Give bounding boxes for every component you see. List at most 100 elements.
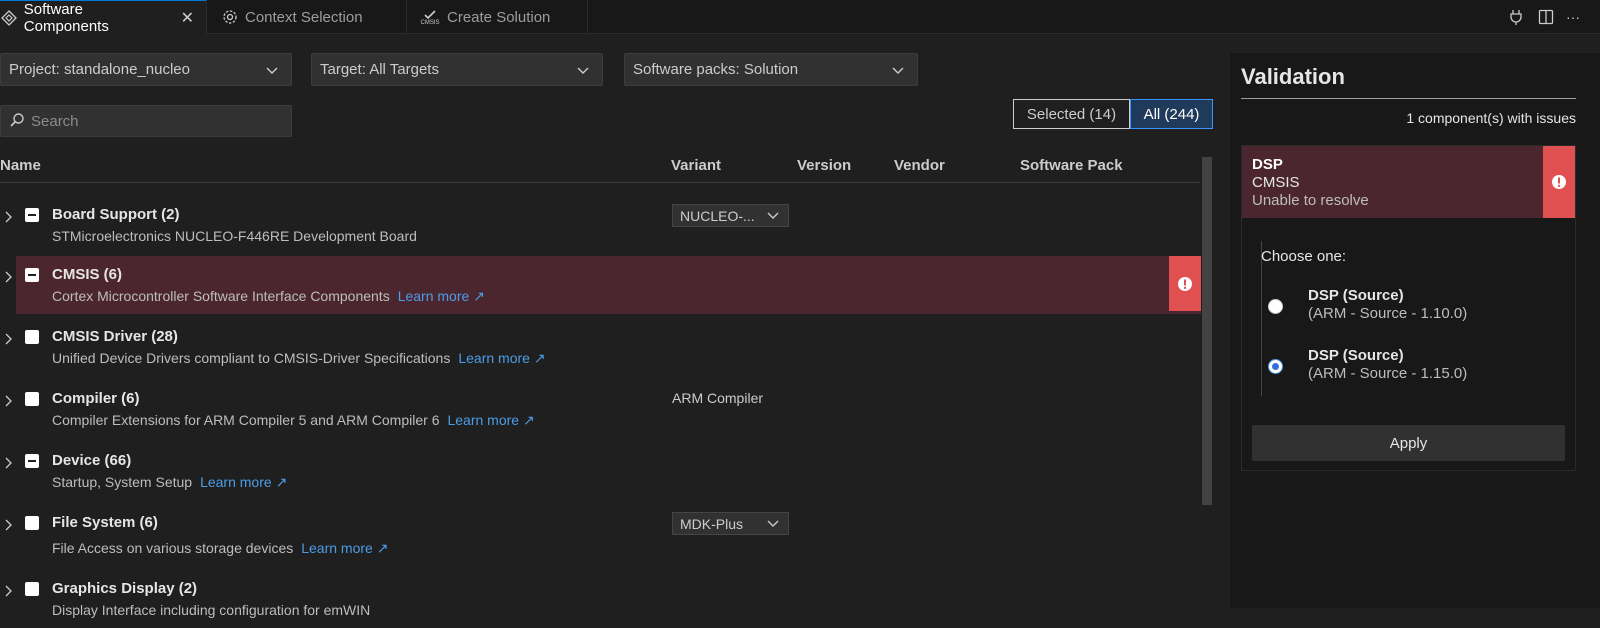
component-group: CMSIS xyxy=(1252,174,1300,191)
row-description: Display Interface including configuratio… xyxy=(52,602,371,618)
column-header-vendor[interactable]: Vendor xyxy=(894,157,945,174)
column-header-name[interactable]: Name xyxy=(0,157,41,174)
plug-icon[interactable] xyxy=(1508,0,1524,34)
resolve-option[interactable]: DSP (Source) (ARM - Source - 1.15.0) xyxy=(1268,347,1548,387)
close-icon[interactable]: ✕ xyxy=(181,8,194,28)
target-dropdown-label: Target: All Targets xyxy=(320,61,439,78)
search-icon xyxy=(9,112,25,131)
partial-checkbox[interactable] xyxy=(25,268,39,282)
tab-context-selection[interactable]: Context Selection xyxy=(207,0,407,34)
selected-filter-button[interactable]: Selected (14) xyxy=(1013,99,1130,129)
external-link-icon: ↗ xyxy=(533,350,546,366)
option-title: DSP (Source) xyxy=(1308,347,1404,364)
radio-button[interactable] xyxy=(1268,299,1283,314)
external-link-icon: ↗ xyxy=(376,540,389,556)
scrollbar[interactable] xyxy=(1202,157,1212,505)
external-link-icon: ↗ xyxy=(473,288,485,304)
row-title: Device (66) xyxy=(52,452,132,469)
partial-checkbox[interactable] xyxy=(25,208,39,222)
editor-tab-bar: Software Components ✕ Context Selection … xyxy=(0,0,1600,35)
component-name: DSP xyxy=(1252,156,1283,173)
row-description: Startup, System Setup Learn more ↗ xyxy=(52,474,288,490)
more-icon[interactable]: ··· xyxy=(1566,0,1580,34)
tab-label: Create Solution xyxy=(447,8,551,26)
checkbox[interactable] xyxy=(25,516,39,530)
table-row-error[interactable]: CMSIS (6) Cortex Microcontroller Softwar… xyxy=(5,256,1201,314)
resolve-option[interactable]: DSP (Source) (ARM - Source - 1.10.0) xyxy=(1268,287,1548,327)
table-row[interactable]: Compiler (6) Compiler Extensions for ARM… xyxy=(0,380,1200,438)
tab-label: Software Components xyxy=(23,0,109,35)
row-title: Graphics Display (2) xyxy=(52,580,198,597)
option-detail: (ARM - Source - 1.10.0) xyxy=(1308,305,1468,322)
chevron-right-icon[interactable] xyxy=(4,270,14,287)
column-header-variant[interactable]: Variant xyxy=(671,157,721,174)
variant-select[interactable]: MDK-Plus xyxy=(672,512,789,535)
error-icon[interactable] xyxy=(1169,256,1201,311)
chevron-down-icon xyxy=(576,63,590,81)
gear-icon xyxy=(221,8,239,26)
variant-select[interactable]: NUCLEO-... xyxy=(672,204,789,227)
learn-more-link[interactable]: Learn more ↗ xyxy=(398,288,485,304)
option-detail: (ARM - Source - 1.15.0) xyxy=(1308,365,1468,382)
search-box[interactable] xyxy=(0,105,292,137)
row-description: Cortex Microcontroller Software Interfac… xyxy=(52,288,485,304)
software-packs-dropdown-label: Software packs: Solution xyxy=(633,61,799,78)
error-icon xyxy=(1543,146,1575,218)
tab-software-components[interactable]: Software Components ✕ xyxy=(0,0,207,35)
validation-card-header[interactable]: DSP CMSIS Unable to resolve xyxy=(1242,146,1575,218)
partial-checkbox[interactable] xyxy=(25,454,39,468)
row-description: Compiler Extensions for ARM Compiler 5 a… xyxy=(52,412,535,428)
target-dropdown[interactable]: Target: All Targets xyxy=(311,53,603,86)
learn-more-link[interactable]: Learn more ↗ xyxy=(447,412,534,428)
checkbox[interactable] xyxy=(25,392,39,406)
diamond-icon xyxy=(0,9,18,27)
table-row[interactable]: CMSIS Driver (28) Unified Device Drivers… xyxy=(0,318,1200,376)
learn-more-link[interactable]: Learn more ↗ xyxy=(458,350,545,366)
row-title: File System (6) xyxy=(52,514,158,531)
radio-button-selected[interactable] xyxy=(1268,359,1283,374)
tab-create-solution[interactable]: CMSIS Create Solution xyxy=(407,0,588,34)
chevron-right-icon[interactable] xyxy=(4,332,14,349)
row-variant: ARM Compiler xyxy=(672,390,764,406)
table-row[interactable]: Device (66) Startup, System Setup Learn m… xyxy=(0,442,1200,500)
validation-title: Validation xyxy=(1241,64,1345,89)
search-input[interactable] xyxy=(31,112,281,130)
table-row[interactable]: Graphics Display (2) Display Interface i… xyxy=(0,570,1200,628)
external-link-icon: ↗ xyxy=(522,412,535,428)
row-title: Compiler (6) xyxy=(52,390,140,407)
learn-more-link[interactable]: Learn more ↗ xyxy=(301,540,388,556)
row-title: CMSIS (6) xyxy=(52,266,123,283)
all-filter-button[interactable]: All (244) xyxy=(1130,99,1213,129)
chevron-right-icon[interactable] xyxy=(4,456,14,473)
option-title: DSP (Source) xyxy=(1308,287,1404,304)
project-dropdown-label: Project: standalone_nucleo xyxy=(9,61,190,78)
row-description: Unified Device Drivers compliant to CMSI… xyxy=(52,350,546,366)
row-title: CMSIS Driver (28) xyxy=(52,328,178,345)
checkbox[interactable] xyxy=(25,582,39,596)
project-dropdown[interactable]: Project: standalone_nucleo xyxy=(0,53,292,86)
external-link-icon: ↗ xyxy=(275,474,288,490)
choose-one-label: Choose one: xyxy=(1261,248,1347,265)
split-editor-icon[interactable] xyxy=(1538,0,1554,34)
table-row[interactable]: File System (6) File Access on various s… xyxy=(0,504,1200,562)
chevron-right-icon[interactable] xyxy=(4,518,14,535)
row-description: STMicroelectronics NUCLEO-F446RE Develop… xyxy=(52,228,417,244)
chevron-down-icon xyxy=(265,63,279,81)
component-status: Unable to resolve xyxy=(1252,192,1369,209)
header-divider xyxy=(0,182,1200,183)
chevron-right-icon[interactable] xyxy=(4,394,14,411)
tab-label: Context Selection xyxy=(245,8,363,26)
apply-button[interactable]: Apply xyxy=(1252,425,1565,461)
chevron-right-icon[interactable] xyxy=(4,584,14,601)
chevron-down-icon xyxy=(766,516,780,533)
column-header-version[interactable]: Version xyxy=(797,157,851,174)
column-header-software-pack[interactable]: Software Pack xyxy=(1020,157,1123,174)
row-title: Board Support (2) xyxy=(52,206,180,223)
software-packs-dropdown[interactable]: Software packs: Solution xyxy=(624,53,918,86)
chevron-right-icon[interactable] xyxy=(4,210,14,227)
table-row[interactable]: Board Support (2) STMicroelectronics NUC… xyxy=(0,196,1200,254)
chevron-down-icon xyxy=(891,63,905,81)
learn-more-link[interactable]: Learn more ↗ xyxy=(200,474,287,490)
checkbox[interactable] xyxy=(25,330,39,344)
validation-card: DSP CMSIS Unable to resolve Choose one: … xyxy=(1241,145,1576,471)
